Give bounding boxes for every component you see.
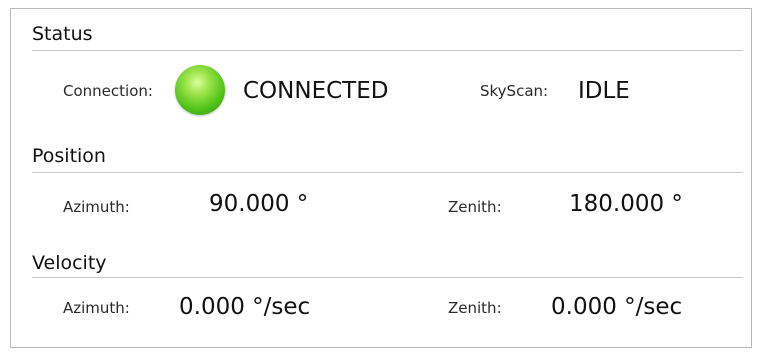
connection-value: CONNECTED xyxy=(243,78,389,104)
position-zenith-label: Zenith: xyxy=(448,198,502,216)
connection-label: Connection: xyxy=(63,82,153,100)
skyscan-label: SkyScan: xyxy=(480,82,549,100)
velocity-azimuth-value: 0.000 °/sec xyxy=(179,294,311,320)
status-section-title: Status xyxy=(32,23,93,45)
velocity-divider xyxy=(32,277,743,278)
connection-status-indicator-icon xyxy=(175,65,225,115)
velocity-zenith-value: 0.000 °/sec xyxy=(551,294,683,320)
velocity-azimuth-label: Azimuth: xyxy=(63,299,130,317)
velocity-zenith-label: Zenith: xyxy=(448,299,502,317)
telescope-status-panel: Status Connection: CONNECTED SkyScan: ID… xyxy=(10,8,752,348)
status-divider xyxy=(32,50,743,51)
position-azimuth-value: 90.000 ° xyxy=(209,191,309,217)
position-azimuth-label: Azimuth: xyxy=(63,198,130,216)
position-divider xyxy=(32,172,743,173)
position-zenith-value: 180.000 ° xyxy=(569,191,683,217)
velocity-section-title: Velocity xyxy=(32,252,107,274)
skyscan-value: IDLE xyxy=(578,78,630,104)
position-section-title: Position xyxy=(32,145,106,167)
